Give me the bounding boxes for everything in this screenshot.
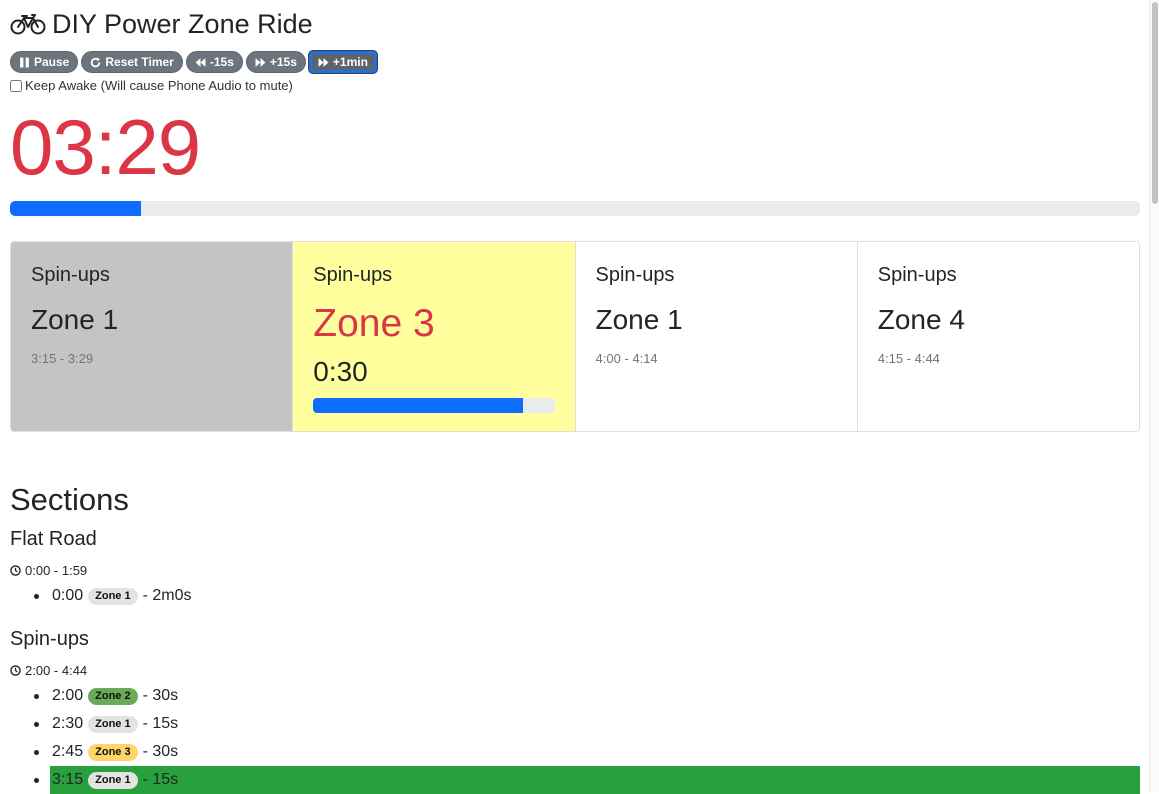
list-item: 2:00 Zone 2 - 30s <box>10 682 1140 710</box>
rewind-icon <box>195 57 206 67</box>
list-item-active: 3:15 Zone 1 - 15s <box>10 766 1140 794</box>
sections-heading: Sections <box>10 482 129 517</box>
card-zone: Zone 3 <box>313 302 435 345</box>
card-zone: Zone 1 <box>595 304 683 335</box>
zone-badge: Zone 1 <box>88 715 138 733</box>
list-item: 0:00 Zone 1 - 2m0s <box>10 582 1140 610</box>
card-progress-fill <box>313 398 524 413</box>
card-time-range: 3:15 - 3:29 <box>31 351 94 366</box>
pause-icon <box>20 57 29 67</box>
zone-badge: Zone 2 <box>88 687 138 705</box>
interval-card-previous: Spin-ups Zone 1 3:15 - 3:29 <box>11 242 294 431</box>
clock-icon <box>10 665 21 676</box>
elapsed-timer: 03:29 <box>10 103 201 191</box>
interval-cards: Spin-ups Zone 1 3:15 - 3:29 Spin-ups Zon… <box>10 241 1140 432</box>
scrollbar-thumb[interactable] <box>1152 2 1158 204</box>
title-text: DIY Power Zone Ride <box>52 9 313 39</box>
forward-15s-button[interactable]: +15s <box>245 51 306 73</box>
timer-controls: Pause Reset Timer -15s +15s +1min <box>10 51 377 73</box>
section-name: Flat Road <box>10 528 97 550</box>
interval-start: 3:15 <box>52 771 84 788</box>
ride-progress-bar <box>10 201 1140 216</box>
interval-card-next: Spin-ups Zone 1 4:00 - 4:14 <box>575 242 858 431</box>
card-time-range: 4:00 - 4:14 <box>595 351 658 366</box>
interval-list: 2:00 Zone 2 - 30s 2:30 Zone 1 - 15s 2:45… <box>10 682 1140 794</box>
list-item: 2:30 Zone 1 - 15s <box>10 710 1140 738</box>
section-time-range: 0:00 - 1:59 <box>10 563 87 578</box>
card-time-remaining: 0:30 <box>313 356 368 387</box>
interval-duration: - 15s <box>142 771 179 788</box>
list-item: 2:45 Zone 3 - 30s <box>10 738 1140 766</box>
section-time-range: 2:00 - 4:44 <box>10 663 87 678</box>
back-15s-button[interactable]: -15s <box>185 51 243 73</box>
card-time-range: 4:15 - 4:44 <box>877 351 940 366</box>
clock-icon <box>10 565 21 576</box>
ride-progress-fill <box>10 201 142 216</box>
bicycle-icon <box>10 14 46 35</box>
zone-badge: Zone 1 <box>88 771 138 789</box>
card-zone: Zone 4 <box>877 304 965 335</box>
card-section: Spin-ups <box>31 264 110 286</box>
section-name: Spin-ups <box>10 628 89 650</box>
interval-duration: - 30s <box>142 687 179 704</box>
zone-badge: Zone 3 <box>88 743 138 761</box>
interval-card-after-next: Spin-ups Zone 4 4:15 - 4:44 <box>857 242 1139 431</box>
interval-start: 0:00 <box>52 587 84 604</box>
interval-duration: - 2m0s <box>142 587 192 604</box>
page-title: DIY Power Zone Ride <box>10 6 313 42</box>
interval-start: 2:00 <box>52 687 84 704</box>
keep-awake-toggle[interactable]: Keep Awake (Will cause Phone Audio to mu… <box>10 78 293 93</box>
fast-forward-icon <box>255 57 266 67</box>
interval-duration: - 30s <box>142 743 179 760</box>
fast-forward-icon <box>318 57 329 67</box>
refresh-icon <box>91 57 101 67</box>
interval-card-current: Spin-ups Zone 3 0:30 <box>293 242 576 431</box>
zone-badge: Zone 1 <box>88 587 138 605</box>
keep-awake-checkbox[interactable] <box>10 79 22 92</box>
card-section: Spin-ups <box>313 264 393 286</box>
keep-awake-label: Keep Awake (Will cause Phone Audio to mu… <box>25 78 293 93</box>
reset-timer-button[interactable]: Reset Timer <box>81 51 183 73</box>
active-highlight <box>50 766 1140 794</box>
interval-start: 2:30 <box>52 715 84 732</box>
card-progress-bar <box>313 398 555 413</box>
card-zone: Zone 1 <box>31 304 119 335</box>
pause-button[interactable]: Pause <box>10 51 79 73</box>
interval-start: 2:45 <box>52 743 84 760</box>
forward-1min-button[interactable]: +1min <box>308 51 377 73</box>
interval-duration: - 15s <box>142 715 179 732</box>
interval-list: 0:00 Zone 1 - 2m0s <box>10 582 1140 610</box>
card-section: Spin-ups <box>877 264 957 286</box>
card-section: Spin-ups <box>595 264 675 286</box>
page-scrollbar[interactable] <box>1149 0 1159 792</box>
